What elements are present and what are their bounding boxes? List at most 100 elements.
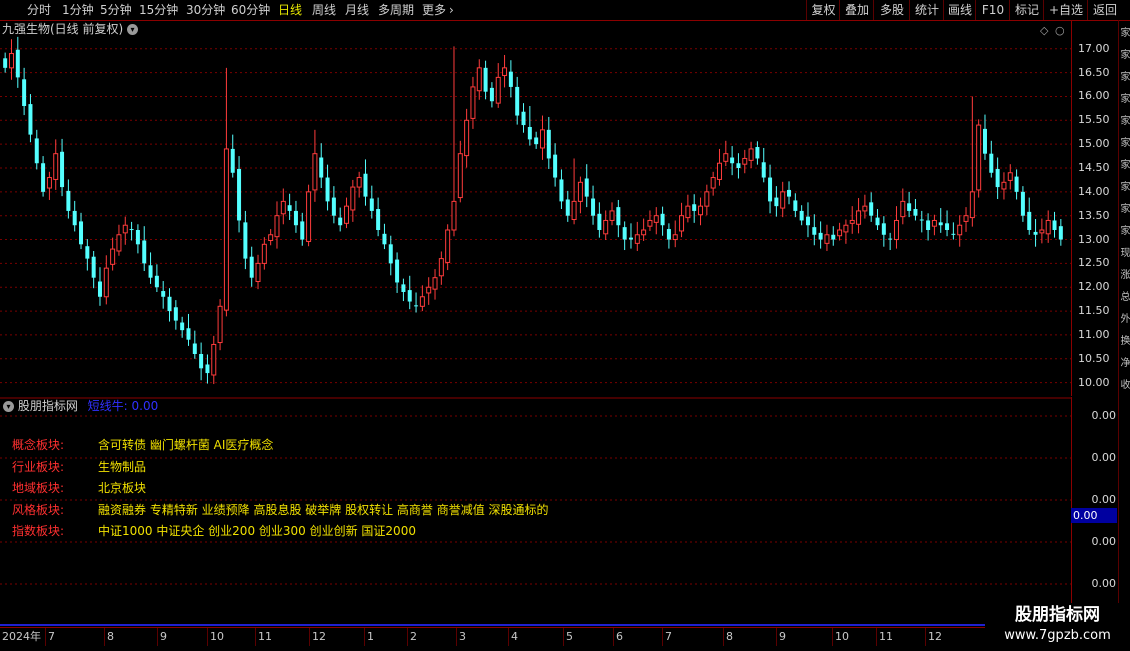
toolbar-button-7[interactable]: +自选: [1043, 0, 1088, 20]
candle-body: [72, 210, 77, 226]
chevron-right-icon[interactable]: ›: [449, 0, 454, 20]
chevron-down-icon[interactable]: ▾: [3, 401, 14, 412]
candle-body: [91, 256, 96, 278]
candle-body: [261, 243, 267, 264]
candle-body: [350, 186, 356, 211]
indicator-tick: 0.00: [1091, 409, 1117, 422]
candle-body: [856, 210, 862, 225]
candle-body: [812, 227, 817, 235]
toolbar-button-3[interactable]: 统计: [909, 0, 944, 20]
month-label: 12: [312, 630, 326, 643]
candle-body: [319, 157, 324, 178]
candle-body: [230, 148, 235, 173]
period-tab-5[interactable]: 60分钟: [231, 0, 270, 20]
period-tab-0[interactable]: 分时: [27, 0, 51, 20]
candle-body: [331, 197, 336, 216]
month-label: 8: [107, 630, 114, 643]
period-tab-10[interactable]: 更多: [422, 0, 446, 20]
candle-body: [1039, 229, 1045, 234]
candle-body: [559, 179, 564, 202]
period-tab-6[interactable]: 日线: [278, 0, 302, 20]
candle-body: [338, 217, 343, 226]
candle-body: [591, 198, 596, 216]
candle-body: [831, 234, 836, 240]
candle-body: [761, 162, 766, 178]
toolbar-button-4[interactable]: 画线: [943, 0, 976, 20]
toolbar-button-1[interactable]: 叠加: [839, 0, 874, 20]
month-divider: [925, 628, 926, 646]
candle-body: [787, 189, 792, 197]
period-tab-4[interactable]: 30分钟: [186, 0, 225, 20]
candle-body: [476, 67, 482, 92]
period-tab-8[interactable]: 月线: [345, 0, 369, 20]
candle-body: [1007, 172, 1013, 181]
price-tick: 15.50: [1078, 113, 1110, 127]
board-value: 北京板块: [98, 481, 147, 495]
candle-body: [938, 222, 943, 226]
price-tick: 11.00: [1078, 327, 1110, 341]
candle-body: [8, 53, 14, 69]
candle-body: [982, 128, 987, 154]
price-tick: 14.00: [1078, 184, 1110, 198]
month-label: 10: [835, 630, 849, 643]
strip-label: 总: [1120, 292, 1130, 303]
candle-body: [1001, 181, 1007, 190]
candle-body: [401, 284, 406, 292]
candle-body: [97, 281, 102, 297]
candle-body: [913, 209, 918, 216]
candle-body: [274, 215, 280, 238]
candle-body: [527, 126, 532, 140]
candle-body: [161, 291, 166, 297]
hide-icon[interactable]: ◇: [1040, 24, 1049, 37]
toolbar-button-6[interactable]: 标记: [1009, 0, 1044, 20]
settings-icon[interactable]: ○: [1055, 24, 1065, 37]
candle-body: [951, 233, 956, 235]
candle-body: [969, 191, 975, 219]
candle-body: [53, 153, 59, 180]
candle-body: [653, 215, 659, 223]
period-tab-3[interactable]: 15分钟: [139, 0, 178, 20]
period-tab-9[interactable]: 多周期: [378, 0, 414, 20]
candle-body: [223, 148, 229, 311]
candle-body: [1014, 176, 1019, 192]
toolbar-button-2[interactable]: 多股: [873, 0, 910, 20]
candle-body: [293, 210, 298, 226]
board-row: 地域板块: 北京板块: [12, 479, 146, 497]
toolbar-button-8[interactable]: 返回: [1087, 0, 1122, 20]
month-divider: [832, 628, 833, 646]
candle-body: [768, 177, 773, 202]
candle-body: [356, 177, 362, 188]
candle-body: [79, 221, 84, 245]
month-divider: [723, 628, 724, 646]
candle-body: [692, 204, 697, 211]
board-value: 含可转债 幽门螺杆菌 AI医疗概念: [98, 438, 274, 452]
candle-body: [103, 267, 109, 298]
candle-body: [634, 234, 640, 244]
candle-body: [989, 153, 994, 173]
period-toolbar: 分时 1分钟 5分钟 15分钟 30分钟 60分钟 日线 周线 月线 多周期 更多 › 复权 叠加 多股 统计…: [0, 0, 1130, 21]
period-tab-1[interactable]: 1分钟: [62, 0, 94, 20]
candle-body: [41, 163, 46, 192]
candle-body: [243, 222, 248, 259]
candle-body: [862, 205, 868, 212]
time-axis: 2024年 7 8 9 10 11 12 1 2 3 4 5 6 7 8 9 10 11 12: [0, 627, 1071, 651]
toolbar-button-0[interactable]: 复权: [806, 0, 840, 20]
candle-body: [388, 244, 393, 264]
period-tab-2[interactable]: 5分钟: [100, 0, 132, 20]
month-label: 2024年: [2, 630, 41, 643]
period-tab-7[interactable]: 周线: [312, 0, 336, 20]
candle-body: [774, 197, 779, 207]
candle-body: [192, 343, 197, 354]
strip-label: 现: [1120, 248, 1130, 259]
toolbar-button-5[interactable]: F10: [975, 0, 1010, 20]
candle-body: [603, 219, 609, 235]
candlestick-chart[interactable]: ◇ ○: [0, 20, 1071, 397]
candle-body: [1020, 191, 1025, 216]
candle-body: [414, 305, 419, 307]
candle-body: [457, 153, 463, 199]
candle-body: [1027, 211, 1032, 230]
candle-body: [382, 233, 387, 245]
candle-body: [515, 86, 520, 116]
candle-body: [237, 168, 242, 221]
candle-body: [893, 219, 899, 241]
